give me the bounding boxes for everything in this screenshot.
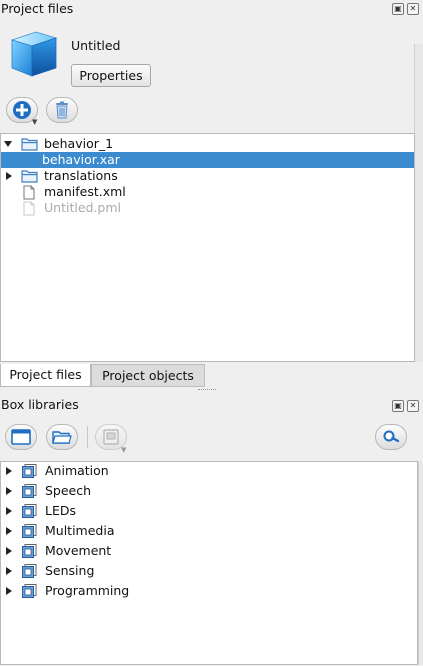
project-name: Untitled — [71, 38, 121, 53]
folder-icon — [21, 170, 38, 183]
tree-item-label: behavior.xar — [42, 152, 120, 167]
tree-item-untitled-pml[interactable]: Untitled.pml — [1, 200, 414, 216]
window-icon — [11, 429, 31, 445]
float-icon[interactable]: ▣ — [392, 3, 404, 15]
tree-item-label: Untitled.pml — [44, 200, 122, 215]
project-panel-scrollbar[interactable] — [414, 44, 423, 362]
library-item-label: Speech — [45, 483, 92, 498]
box-libraries-titlebar: Box libraries ▣ ✕ — [0, 395, 423, 415]
delete-button[interactable] — [46, 97, 78, 123]
expand-arrow-icon[interactable] — [6, 527, 12, 535]
properties-button[interactable]: Properties — [71, 64, 151, 87]
library-item-movement[interactable]: Movement — [1, 543, 417, 559]
trash-icon — [56, 101, 68, 119]
project-tree[interactable]: behavior_1 behavior.xar translations man… — [0, 133, 415, 362]
tree-item-behavior-1[interactable]: behavior_1 — [1, 136, 414, 152]
library-item-label: Animation — [45, 463, 109, 478]
library-item-label: LEDs — [45, 503, 76, 518]
import-box-icon — [103, 429, 119, 445]
add-dropdown-arrow[interactable]: ▼ — [32, 118, 37, 126]
tab-project-objects[interactable]: Project objects — [91, 364, 205, 387]
tree-item-manifest[interactable]: manifest.xml — [1, 184, 414, 200]
import-dropdown-arrow[interactable]: ▼ — [121, 446, 126, 454]
splitter-handle[interactable] — [198, 389, 216, 392]
box-library-icon — [22, 524, 37, 538]
box-library-icon — [22, 484, 37, 498]
box-library-tree[interactable]: Animation Speech LEDs Multimedia Movemen… — [0, 461, 418, 665]
cube-icon — [6, 26, 62, 82]
collapse-arrow-icon[interactable] — [6, 172, 12, 180]
close-icon[interactable]: ✕ — [407, 400, 419, 412]
tab-project-files[interactable]: Project files — [0, 364, 91, 387]
tree-item-label: manifest.xml — [44, 184, 126, 199]
library-item-speech[interactable]: Speech — [1, 483, 417, 499]
search-button[interactable] — [375, 424, 407, 450]
library-item-label: Multimedia — [45, 523, 115, 538]
box-libraries-title: Box libraries — [1, 397, 79, 412]
open-library-button[interactable] — [46, 424, 78, 450]
library-item-label: Movement — [45, 543, 112, 558]
box-library-icon — [22, 464, 37, 478]
library-item-leds[interactable]: LEDs — [1, 503, 417, 519]
box-library-icon — [22, 504, 37, 518]
file-icon — [23, 201, 35, 216]
library-item-label: Sensing — [45, 563, 95, 578]
panel-tabbar: Project files Project objects — [0, 364, 423, 388]
tree-item-behavior-xar[interactable]: behavior.xar — [1, 152, 414, 168]
float-icon[interactable]: ▣ — [392, 400, 404, 412]
library-item-animation[interactable]: Animation — [1, 463, 417, 479]
close-icon[interactable]: ✕ — [407, 3, 419, 15]
folder-icon — [21, 138, 38, 151]
tree-item-label: behavior_1 — [44, 136, 114, 151]
expand-arrow-icon[interactable] — [6, 467, 12, 475]
tree-item-translations[interactable]: translations — [1, 168, 414, 184]
expand-arrow-icon[interactable] — [4, 141, 12, 147]
expand-arrow-icon[interactable] — [6, 567, 12, 575]
box-library-icon — [22, 584, 37, 598]
new-box-window-button[interactable] — [5, 424, 37, 450]
library-scrollbar[interactable] — [418, 461, 423, 665]
add-icon — [13, 101, 31, 119]
file-icon — [23, 185, 35, 200]
tree-item-label: translations — [44, 168, 118, 183]
box-library-icon — [22, 544, 37, 558]
project-files-titlebar: Project files ▣ ✕ — [0, 0, 423, 20]
expand-arrow-icon[interactable] — [6, 487, 12, 495]
expand-arrow-icon[interactable] — [6, 507, 12, 515]
library-item-multimedia[interactable]: Multimedia — [1, 523, 417, 539]
search-icon — [383, 430, 400, 443]
open-folder-icon — [52, 431, 72, 444]
toolbar-separator — [87, 426, 88, 448]
library-item-sensing[interactable]: Sensing — [1, 563, 417, 579]
library-item-label: Programming — [45, 583, 130, 598]
expand-arrow-icon[interactable] — [6, 587, 12, 595]
expand-arrow-icon[interactable] — [6, 547, 12, 555]
box-library-icon — [22, 564, 37, 578]
library-item-programming[interactable]: Programming — [1, 583, 417, 599]
project-files-title: Project files — [1, 1, 74, 16]
